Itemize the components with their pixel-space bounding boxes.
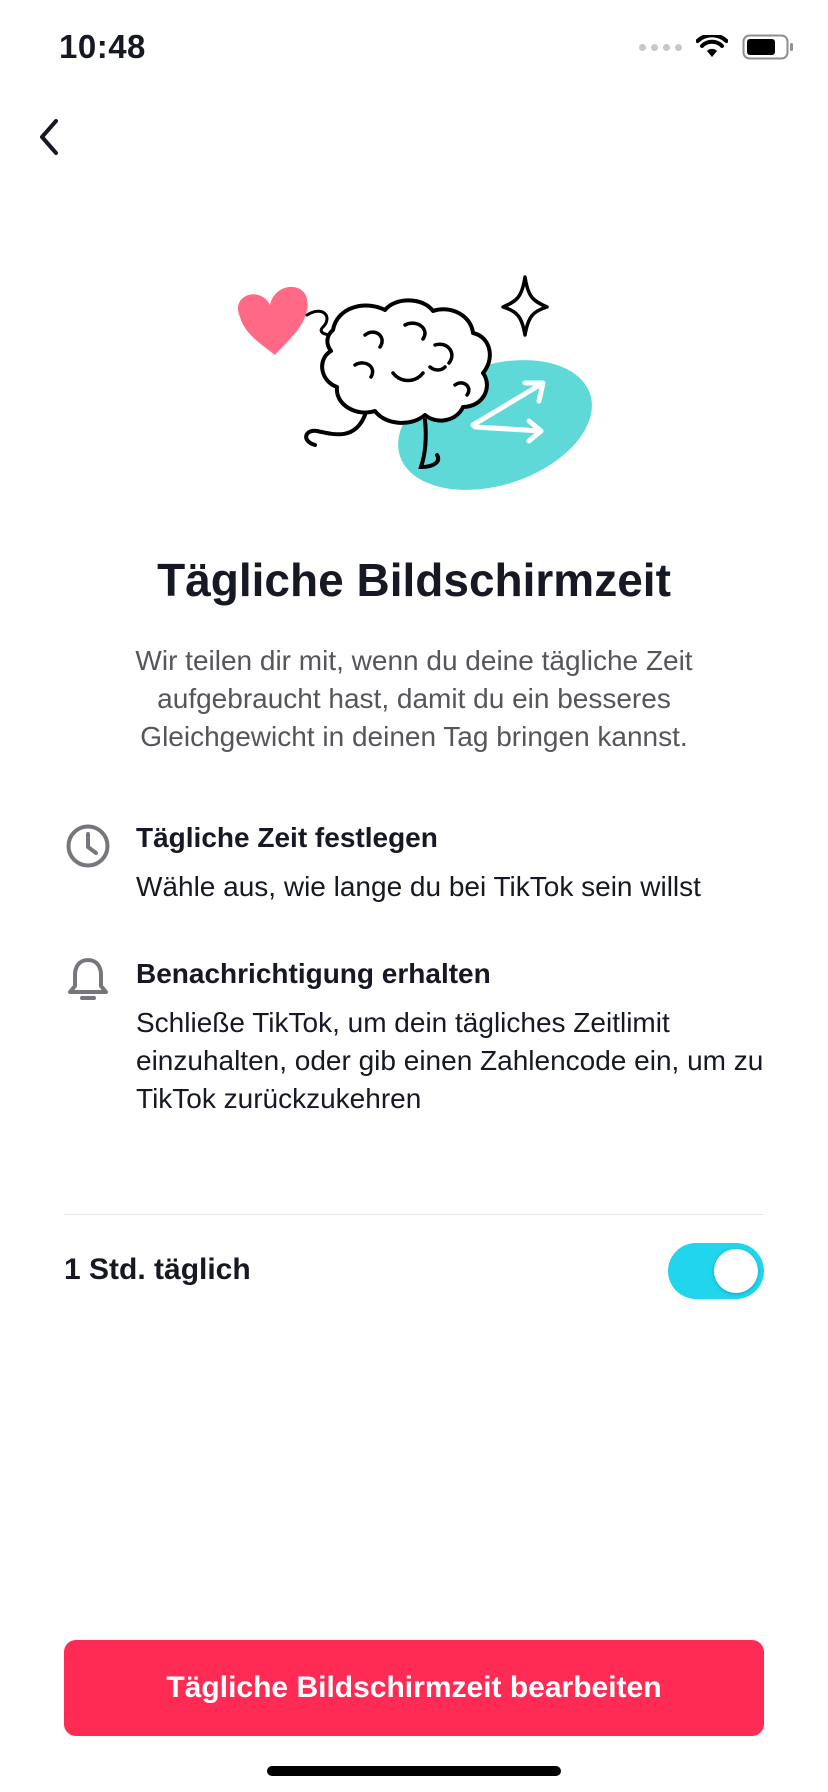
divider <box>64 1214 764 1215</box>
edit-screen-time-button[interactable]: Tägliche Bildschirmzeit bearbeiten <box>64 1640 764 1736</box>
home-indicator <box>267 1766 561 1776</box>
feature-text-notification: Schließe TikTok, um dein tägliches Zeitl… <box>136 1007 764 1114</box>
battery-icon <box>742 34 793 60</box>
feature-title-notification: Benachrichtigung erhalten <box>136 958 491 989</box>
back-button[interactable] <box>24 112 74 162</box>
clock-icon <box>62 820 114 872</box>
bell-icon <box>62 954 114 1006</box>
toggle-knob <box>714 1249 758 1293</box>
status-time: 10:48 <box>59 28 146 65</box>
wifi-icon <box>696 35 728 57</box>
status-icons <box>639 34 794 60</box>
feature-title-set-time: Tägliche Zeit festlegen <box>136 822 438 853</box>
brain-runner-illustration <box>237 275 592 490</box>
sparkle-icon <box>501 275 549 337</box>
page-title: Tägliche Bildschirmzeit <box>157 554 671 606</box>
daily-limit-label: 1 Std. täglich <box>64 1253 251 1286</box>
feature-text-set-time: Wähle aus, wie lange du bei TikTok sein … <box>136 871 701 902</box>
heart-icon <box>237 286 308 355</box>
chevron-left-icon <box>40 119 58 155</box>
page-description: Wir teilen dir mit, wenn du deine täglic… <box>135 645 693 752</box>
cellular-signal-icon <box>639 43 682 51</box>
daily-limit-toggle[interactable] <box>668 1243 764 1299</box>
